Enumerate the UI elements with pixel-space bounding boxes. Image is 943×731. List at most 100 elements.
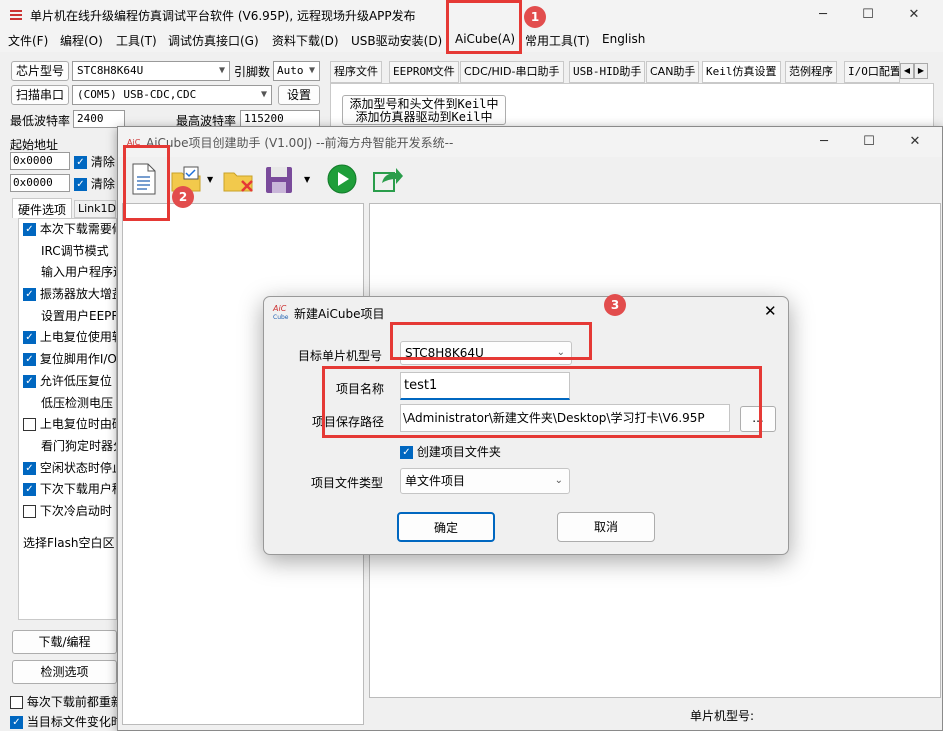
hardware-option-label: 上电复位时由硬	[39, 417, 116, 432]
annotation-badge-3: 3	[604, 294, 626, 316]
chevron-down-icon: ⌄	[554, 475, 563, 486]
export-icon[interactable]	[372, 163, 404, 195]
menu-usb-driver[interactable]: USB驱动安装(D)	[351, 32, 442, 49]
checkbox-checked-icon: ✓	[23, 374, 36, 388]
minimize-button[interactable]: ─	[800, 0, 846, 30]
cancel-button[interactable]: 取消	[557, 512, 655, 542]
dialog-close-button[interactable]: ✕	[764, 302, 777, 320]
checkbox-icon	[10, 696, 23, 709]
chip-model-label: 芯片型号	[11, 61, 69, 81]
save-dropdown-icon[interactable]: ▼	[304, 175, 310, 184]
min-baud-value: 2400	[77, 112, 104, 125]
chevron-down-icon: ▼	[260, 89, 267, 100]
aicube-title: AiCube项目创建助手 (V1.00J) --前海方舟智能开发系统--	[146, 136, 454, 150]
clear-checkbox-1[interactable]: ✓ 清除	[74, 153, 115, 170]
port-select[interactable]: (COM5) USB-CDC,CDC ▼	[72, 85, 272, 105]
file-type-label: 项目文件类型	[311, 476, 384, 490]
tab-examples[interactable]: 范例程序	[785, 61, 837, 83]
save-icon[interactable]	[264, 165, 296, 195]
hardware-option-label: 下次下载用户程	[39, 482, 116, 497]
redownload-checkbox[interactable]: 每次下载前都重新	[10, 693, 123, 710]
file-change-checkbox[interactable]: ✓ 当目标文件变化时	[10, 713, 123, 730]
menu-download[interactable]: 资料下载(D)	[272, 32, 339, 49]
hardware-option-label: 低压检测电压	[41, 395, 114, 410]
hardware-option-row[interactable]: ✓ 允许低压复位	[19, 371, 116, 393]
aicube-close-button[interactable]: ✕	[892, 127, 938, 157]
ok-button[interactable]: 确定	[397, 512, 495, 542]
chevron-down-icon: ▼	[308, 65, 315, 76]
close-button[interactable]: ✕	[891, 0, 937, 30]
tab-cdc-hid-serial[interactable]: CDC/HID-串口助手	[460, 61, 564, 83]
tab-scroll-right-icon[interactable]: ▶	[914, 63, 928, 79]
checkbox-checked-icon: ✓	[23, 461, 36, 475]
close-project-icon[interactable]	[222, 165, 256, 195]
hardware-option-label: IRC调节模式	[41, 243, 109, 258]
highlight-target-mcu	[390, 322, 592, 360]
settings-button[interactable]: 设置	[278, 85, 320, 105]
tab-can[interactable]: CAN助手	[646, 61, 700, 83]
hardware-option-row[interactable]: ✓ 振荡器放大增益	[19, 284, 116, 306]
hardware-option-row[interactable]: ✓ 复位脚用作I/O	[19, 349, 116, 371]
start-address-input-2[interactable]: 0x0000	[10, 174, 70, 192]
hardware-option-row[interactable]: ✓ 上电复位使用较	[19, 327, 116, 349]
tab-program-file[interactable]: 程序文件	[330, 61, 382, 83]
redownload-label: 每次下载前都重新	[26, 695, 123, 709]
tab-eeprom-file[interactable]: EEPROM文件	[389, 61, 459, 83]
tab-io-config[interactable]: I/O口配置	[844, 61, 900, 83]
menu-tools[interactable]: 工具(T)	[116, 32, 157, 49]
download-program-button[interactable]: 下载/编程	[12, 630, 117, 654]
tab-scroll-left-icon[interactable]: ◀	[900, 63, 914, 79]
check-options-button[interactable]: 检测选项	[12, 660, 117, 684]
clear-label-2: 清除	[90, 177, 115, 191]
menu-english[interactable]: English	[602, 32, 645, 46]
create-folder-checkbox[interactable]: ✓ 创建项目文件夹	[400, 443, 501, 460]
max-baud-value: 115200	[244, 112, 284, 125]
menu-file[interactable]: 文件(F)	[8, 32, 48, 49]
chip-model-status-label: 单片机型号:	[690, 709, 755, 723]
checkbox-checked-icon: ✓	[74, 178, 87, 191]
hardware-option-row[interactable]: ✓ 下次下载用户程	[19, 479, 116, 501]
scan-port-button[interactable]: 扫描串口	[11, 85, 69, 105]
menu-debug[interactable]: 调试仿真接口(G)	[168, 32, 259, 49]
pin-count-select[interactable]: Auto ▼	[273, 61, 320, 81]
menu-program[interactable]: 编程(O)	[60, 32, 103, 49]
hardware-option-label: 输入用户程序运行	[41, 265, 116, 280]
tab-keil-simulation[interactable]: Keil仿真设置	[702, 61, 781, 83]
hardware-option-label: 复位脚用作I/O	[39, 352, 116, 367]
tab-link1d[interactable]: Link1D	[74, 200, 116, 218]
open-dropdown-icon[interactable]: ▼	[207, 175, 213, 184]
checkbox-checked-icon: ✓	[23, 223, 36, 236]
aicube-minimize-button[interactable]: ─	[801, 127, 847, 157]
chevron-down-icon: ▼	[218, 65, 225, 76]
window-title: 单片机在线升级编程仿真调试平台软件 (V6.95P), 远程现场升级APP发布	[30, 9, 416, 23]
hardware-option-row: 输入用户程序运行	[19, 262, 116, 284]
tab-hardware-options[interactable]: 硬件选项	[12, 198, 72, 218]
menu-common-tools[interactable]: 常用工具(T)	[525, 32, 590, 49]
hardware-option-row[interactable]: ✓ 空闲状态时停止	[19, 458, 116, 480]
maximize-button[interactable]: ☐	[845, 0, 891, 30]
highlight-new-project-icon	[123, 145, 170, 221]
checkbox-checked-icon: ✓	[74, 156, 87, 169]
min-baud-label: 最低波特率	[10, 114, 71, 128]
hardware-option-label: 看门狗定时器分	[41, 438, 116, 453]
start-address-input-1[interactable]: 0x0000	[10, 152, 70, 170]
chip-model-value: STC8H8K64U	[77, 64, 144, 77]
tab-usb-hid[interactable]: USB-HID助手	[569, 61, 646, 83]
file-type-select[interactable]: 单文件项目 ⌄	[400, 468, 570, 494]
run-icon[interactable]	[326, 163, 358, 195]
checkbox-checked-icon: ✓	[10, 716, 23, 729]
aicube-maximize-button[interactable]: ☐	[846, 127, 892, 157]
clear-checkbox-2[interactable]: ✓ 清除	[74, 175, 115, 192]
hardware-option-row[interactable]: ✓ 本次下载需要修	[19, 219, 116, 241]
checkbox-checked-icon: ✓	[400, 446, 413, 459]
hardware-option-row[interactable]: 上电复位时由硬	[19, 414, 116, 436]
svg-text:Cube: Cube	[273, 314, 289, 321]
hardware-option-label: 空闲状态时停止	[39, 460, 116, 475]
chip-model-select[interactable]: STC8H8K64U ▼	[72, 61, 230, 81]
hardware-option-row[interactable]: 下次冷启动时	[19, 501, 116, 523]
port-value: (COM5) USB-CDC,CDC	[77, 88, 197, 101]
clear-label-1: 清除	[90, 155, 115, 169]
add-headers-to-keil-button[interactable]: 添加型号和头文件到Keil中 添加仿真器驱动到Keil中	[342, 95, 506, 125]
checkbox-checked-icon: ✓	[23, 288, 36, 302]
hardware-option-label: 设置用户EEPRO	[41, 308, 116, 323]
